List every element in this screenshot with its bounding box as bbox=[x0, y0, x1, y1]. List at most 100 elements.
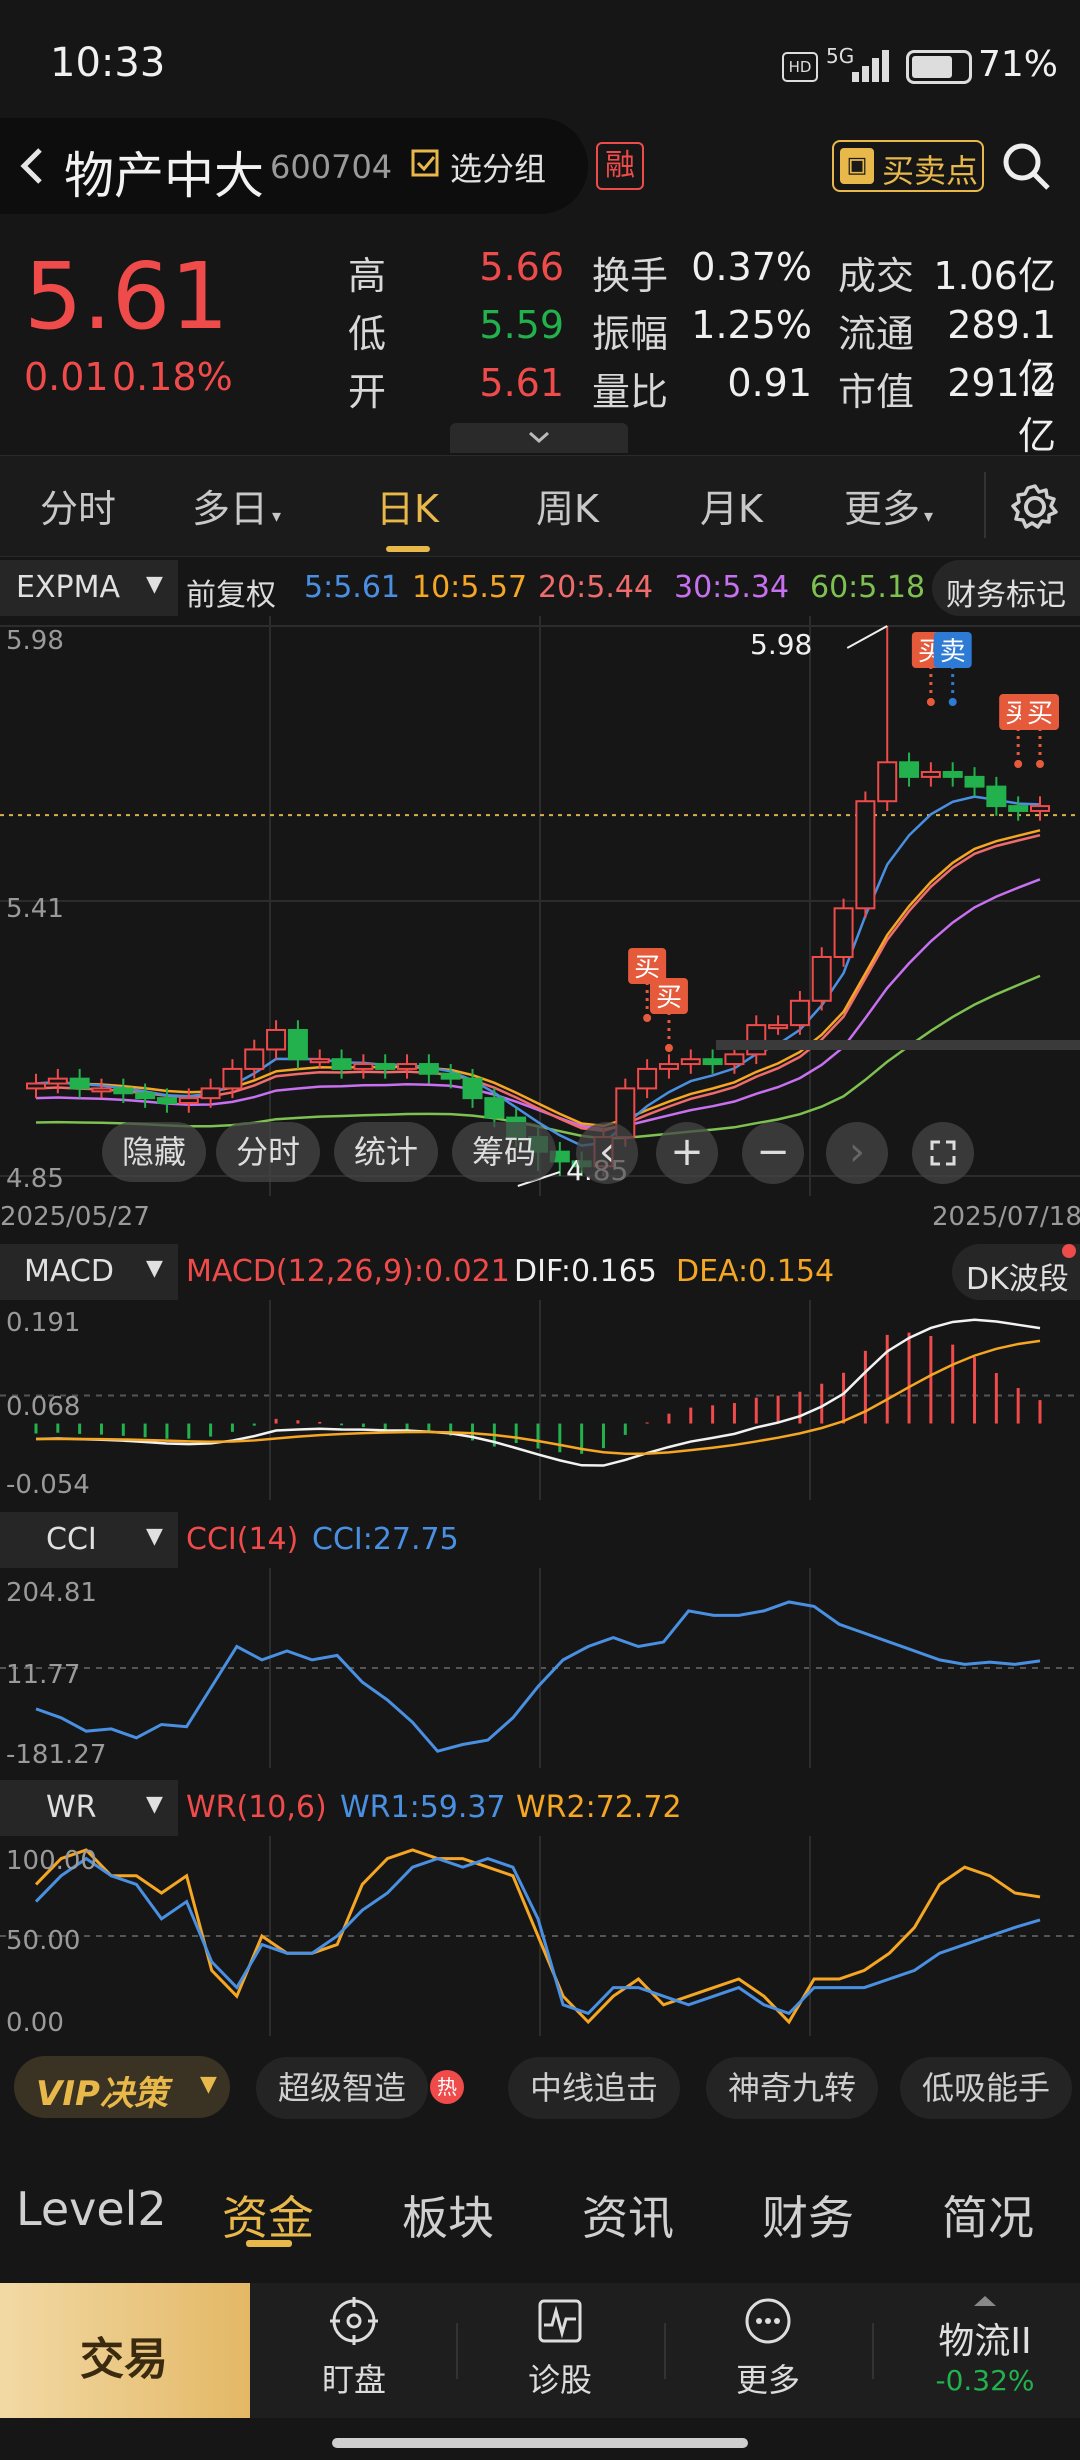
status-bar: 10:33 HD 5G 71% bbox=[0, 0, 1080, 130]
strategy-chip[interactable]: 超级智造 bbox=[256, 2057, 429, 2119]
candle-body bbox=[702, 1058, 723, 1066]
finance-mark-button[interactable]: 财务标记 bbox=[932, 560, 1080, 616]
more-label: 更多 bbox=[735, 2361, 800, 2399]
search-icon[interactable] bbox=[1000, 140, 1052, 192]
overlay-button[interactable]: 筹码 bbox=[452, 1122, 556, 1182]
candle-body bbox=[287, 1028, 308, 1061]
strategy-chip[interactable]: 神奇九转 bbox=[706, 2057, 879, 2119]
settings-gear-icon[interactable] bbox=[1010, 482, 1060, 532]
quote-label: 振幅 bbox=[592, 312, 669, 356]
scroll-thumb[interactable] bbox=[716, 1040, 1080, 1050]
candle-body bbox=[833, 907, 854, 958]
trade-button[interactable]: 交易 bbox=[0, 2283, 250, 2418]
candle-body bbox=[440, 1072, 461, 1080]
quote-value: 5.66 bbox=[479, 245, 564, 289]
bottom-tab-0[interactable]: Level2 bbox=[16, 2182, 167, 2236]
wr-name: WR bbox=[46, 1790, 97, 1825]
cci-chart[interactable] bbox=[0, 1568, 1080, 1768]
kline-chart[interactable]: 买买买卖买买 bbox=[0, 616, 1080, 1196]
expma-header: EXPMA ▼ 前复权 5:5.61 10:5.57 20:5.44 30:5.34 6… bbox=[0, 560, 1080, 616]
more-button[interactable]: 更多 bbox=[708, 2295, 828, 2401]
sector-button[interactable]: 物流II -0.32% bbox=[900, 2293, 1070, 2408]
strategy-chip[interactable]: 低吸能手 bbox=[900, 2057, 1073, 2119]
checkbox-icon bbox=[411, 149, 439, 177]
high-pointer bbox=[846, 625, 888, 649]
back-button[interactable] bbox=[12, 136, 52, 196]
quote-label: 成交 bbox=[838, 254, 915, 298]
macd-chart[interactable] bbox=[0, 1300, 1080, 1500]
wr-y-mid: 50.00 bbox=[6, 1926, 81, 1956]
candle-body bbox=[309, 1058, 330, 1064]
macd-selector[interactable]: MACD ▼ bbox=[0, 1244, 178, 1300]
bottom-tab-label: Level2 bbox=[16, 2182, 167, 2236]
buy-marker[interactable]: 买 bbox=[1027, 699, 1053, 729]
zoom-out-button[interactable]: − bbox=[742, 1122, 804, 1184]
quote-value: 0.91 bbox=[727, 361, 812, 405]
bottom-tab-5[interactable]: 简况 bbox=[942, 2182, 1034, 2248]
margin-badge[interactable]: 融 bbox=[596, 142, 644, 190]
bottom-action-bar: 交易 盯盘 诊股 更多 物流II -0.32% bbox=[0, 2283, 1080, 2418]
pan-left-button[interactable]: ‹ bbox=[576, 1122, 638, 1184]
divider bbox=[456, 2323, 458, 2379]
vip-decision-button[interactable]: VIP决策 ▼ bbox=[14, 2056, 230, 2118]
buy-marker[interactable]: 买 bbox=[656, 983, 682, 1013]
cci-selector[interactable]: CCI ▼ bbox=[0, 1512, 178, 1568]
tab-2[interactable]: 日K bbox=[376, 478, 439, 533]
candle-body bbox=[986, 785, 1007, 808]
candle-body bbox=[855, 800, 876, 910]
tab-label: 分时 bbox=[40, 487, 117, 531]
candle-body bbox=[877, 761, 898, 803]
candle-body bbox=[353, 1063, 374, 1070]
signal-dot bbox=[1014, 760, 1023, 768]
candle-body bbox=[637, 1067, 658, 1090]
wr-selector[interactable]: WR ▼ bbox=[0, 1780, 178, 1836]
bottom-tab-1[interactable]: 资金 bbox=[222, 2182, 314, 2248]
bs-point-button[interactable]: ▣ 买卖点 bbox=[832, 140, 984, 192]
strategy-chip[interactable]: 中线追击 bbox=[508, 2057, 681, 2119]
overlay-button[interactable]: 分时 bbox=[216, 1122, 320, 1182]
candle-body bbox=[397, 1063, 418, 1070]
dk-band-button[interactable]: DK波段 bbox=[952, 1244, 1080, 1300]
candle-body bbox=[920, 771, 941, 778]
zoom-in-button[interactable]: + bbox=[656, 1122, 718, 1184]
wr-wr2: WR2:72.72 bbox=[516, 1790, 682, 1825]
quote-label: 换手 bbox=[592, 254, 669, 298]
macd-dif: DIF:0.165 bbox=[514, 1254, 657, 1289]
last-price: 5.61 bbox=[24, 243, 229, 350]
tab-1[interactable]: 多日 ▾ bbox=[192, 478, 281, 533]
dropdown-caret-icon: ▼ bbox=[146, 1256, 163, 1281]
overlay-button[interactable]: 统计 bbox=[334, 1122, 438, 1182]
tab-3[interactable]: 周K bbox=[536, 478, 599, 533]
overlay-button[interactable]: 隐藏 bbox=[102, 1122, 206, 1182]
divider bbox=[872, 2323, 874, 2379]
tab-5[interactable]: 更多 ▾ bbox=[844, 478, 933, 533]
candle-body bbox=[222, 1067, 243, 1090]
watch-button[interactable]: 盯盘 bbox=[294, 2295, 414, 2401]
tab-label: 多日 bbox=[192, 487, 269, 531]
signal-dot bbox=[643, 1014, 652, 1022]
price-change: 0.01 bbox=[24, 355, 109, 399]
status-time: 10:33 bbox=[50, 40, 166, 86]
adjust-mode[interactable]: 前复权 bbox=[186, 570, 276, 614]
wr-y-bot: 0.00 bbox=[6, 2008, 64, 2038]
sell-marker[interactable]: 卖 bbox=[940, 637, 966, 667]
diagnose-button[interactable]: 诊股 bbox=[500, 2295, 620, 2401]
quote-label: 量比 bbox=[592, 370, 669, 414]
candle-body bbox=[418, 1063, 439, 1075]
candle-body bbox=[69, 1077, 90, 1090]
cci-y-mid: 11.77 bbox=[6, 1660, 81, 1690]
bottom-tab-3[interactable]: 资讯 bbox=[582, 2182, 674, 2248]
expand-quote-button[interactable] bbox=[450, 423, 628, 453]
bottom-tab-2[interactable]: 板块 bbox=[402, 2182, 494, 2248]
tab-4[interactable]: 月K bbox=[700, 478, 763, 533]
tab-0[interactable]: 分时 bbox=[40, 478, 116, 533]
candle-body bbox=[26, 1082, 46, 1090]
candle-body bbox=[266, 1028, 287, 1051]
stock-name: 物产中大 bbox=[64, 147, 264, 205]
pan-right-button[interactable]: › bbox=[826, 1122, 888, 1184]
wr-chart[interactable] bbox=[0, 1836, 1080, 2036]
chip-label: 中线追击 bbox=[530, 2069, 659, 2107]
fullscreen-button[interactable] bbox=[912, 1122, 974, 1184]
expma-selector[interactable]: EXPMA ▼ bbox=[0, 560, 178, 616]
bottom-tab-4[interactable]: 财务 bbox=[762, 2182, 854, 2248]
